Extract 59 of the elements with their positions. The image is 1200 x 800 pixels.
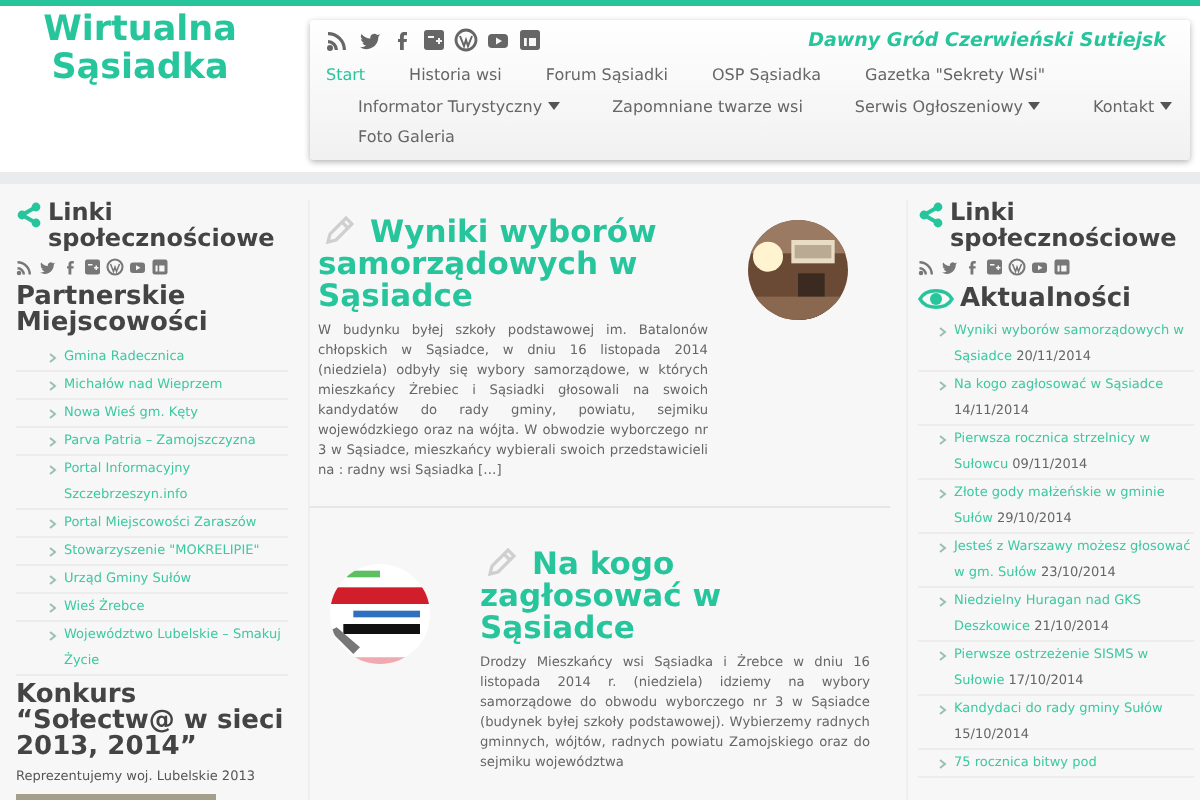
menu-item[interactable]: OSP Sąsiadka bbox=[696, 60, 849, 91]
chevron-icon bbox=[48, 546, 58, 558]
menu-item[interactable]: Gazetka "Sekrety Wsi" bbox=[849, 60, 1062, 91]
in-square-icon[interactable] bbox=[518, 28, 542, 52]
bird-icon[interactable] bbox=[358, 28, 382, 52]
letter-f-icon[interactable] bbox=[61, 258, 79, 276]
site-tagline: Dawny Gród Czerwieński Sutiejsk bbox=[808, 29, 1166, 51]
chevron-icon bbox=[48, 602, 58, 614]
rss-icon[interactable] bbox=[16, 258, 34, 276]
bird-icon[interactable] bbox=[940, 258, 959, 276]
menu-item[interactable]: Historia wsi bbox=[393, 60, 530, 91]
share-icon bbox=[918, 202, 944, 228]
eye-icon bbox=[918, 286, 954, 312]
chevron-icon bbox=[938, 542, 948, 554]
widget-heading: Partnerskie Miejscowości bbox=[16, 284, 210, 336]
chevron-icon bbox=[938, 704, 948, 716]
in-square-icon[interactable] bbox=[151, 258, 169, 276]
chevron-icon bbox=[48, 408, 58, 420]
chevron-icon bbox=[938, 758, 948, 770]
menu-item[interactable]: Zapomniane twarze wsi bbox=[596, 91, 839, 122]
menu-item[interactable]: Informator Turystyczny bbox=[342, 91, 597, 122]
circle-w-icon[interactable] bbox=[1008, 258, 1026, 276]
widget-heading: Linki społecznościowe bbox=[48, 200, 277, 252]
menu-item[interactable]: Kontakt bbox=[1076, 91, 1189, 122]
share-icon bbox=[16, 202, 42, 228]
play-icon[interactable] bbox=[128, 258, 147, 276]
circle-w-icon[interactable] bbox=[106, 258, 124, 276]
rss-icon[interactable] bbox=[918, 258, 936, 276]
menu-item[interactable]: Forum Sąsiadki bbox=[529, 60, 696, 91]
widget-heading: Linki społecznościowe bbox=[950, 200, 1179, 252]
chevron-icon bbox=[938, 326, 948, 338]
bird-icon[interactable] bbox=[38, 258, 57, 276]
pencil-icon bbox=[322, 216, 354, 248]
chevron-icon bbox=[938, 434, 948, 446]
chevron-icon bbox=[938, 488, 948, 500]
chevron-icon bbox=[48, 518, 58, 530]
play-icon[interactable] bbox=[486, 28, 510, 52]
menu-item[interactable]: Serwis Ogłoszeniowy bbox=[838, 91, 1077, 122]
play-icon[interactable] bbox=[1030, 258, 1049, 276]
menu-item[interactable]: Foto Galeria bbox=[342, 122, 471, 153]
chevron-icon bbox=[938, 650, 948, 662]
letter-f-icon[interactable] bbox=[963, 258, 981, 276]
chevron-icon bbox=[48, 352, 58, 364]
chevron-icon bbox=[938, 596, 948, 608]
widget-heading: Aktualności bbox=[960, 285, 1131, 311]
plus-square-icon[interactable] bbox=[985, 258, 1004, 276]
chevron-icon bbox=[48, 574, 58, 586]
in-square-icon[interactable] bbox=[1053, 258, 1071, 276]
circle-w-icon[interactable] bbox=[454, 28, 478, 52]
chevron-icon bbox=[938, 380, 948, 392]
plus-square-icon[interactable] bbox=[83, 258, 102, 276]
chevron-icon bbox=[48, 464, 58, 476]
widget-heading: Konkurs “Sołectw@ w sieci 2013, 2014” bbox=[16, 682, 286, 760]
pencil-icon bbox=[484, 548, 516, 580]
chevron-icon bbox=[48, 380, 58, 392]
rss-icon[interactable] bbox=[326, 28, 350, 52]
chevron-icon bbox=[48, 436, 58, 448]
chevron-icon bbox=[48, 630, 58, 642]
plus-square-icon[interactable] bbox=[422, 28, 446, 52]
